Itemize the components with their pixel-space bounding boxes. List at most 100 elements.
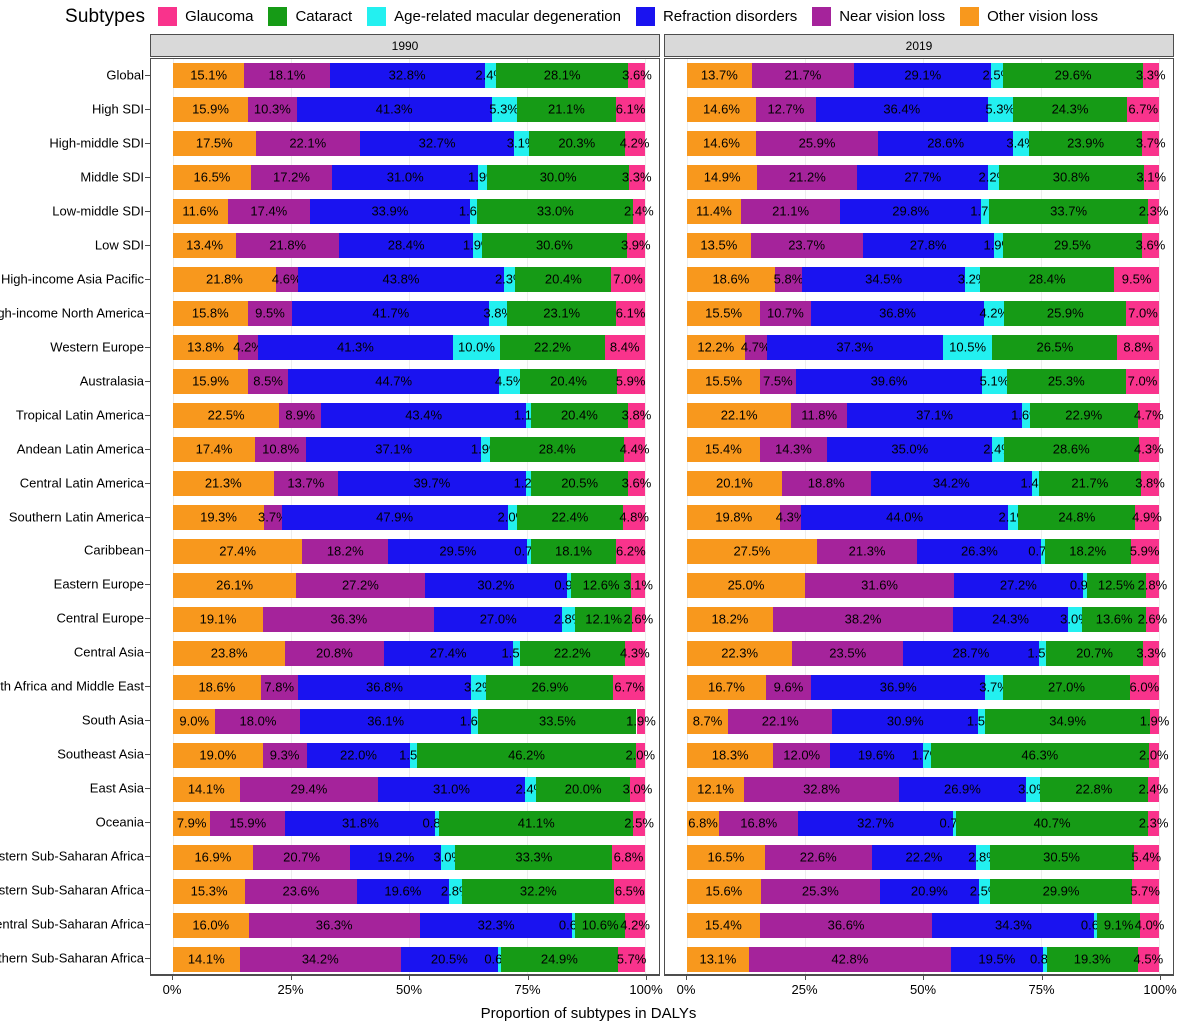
bar-segment-label: 20.0% [564, 781, 602, 797]
stacked-bar[interactable]: 15.9% 10.3% 41.3% 5.3% 21.1% 6.1% [173, 97, 645, 123]
stacked-bar[interactable]: 18.6% 7.8% 36.8% 3.2% 26.9% 6.7% [173, 674, 645, 700]
stacked-bar[interactable]: 16.9% 20.7% 19.2% 3.0% 33.3% 6.8% [173, 844, 645, 870]
bar-segment-label: 3.1% [1136, 169, 1167, 185]
x-axis-tick-label: 50% [909, 982, 937, 997]
bar-segment-label: 43.4% [405, 407, 443, 423]
stacked-bar[interactable]: 19.8% 4.3% 44.0% 2.1% 24.8% 4.9% [687, 505, 1162, 530]
stacked-bar[interactable]: 18.2% 38.2% 24.3% 3.0% 13.6% 2.6% [687, 606, 1167, 632]
stacked-bar[interactable]: 15.1% 18.1% 32.8% 2.4% 28.1% 3.6% [173, 63, 652, 89]
bar-segment-label: 28.4% [538, 441, 576, 457]
legend-item-label: Other vision loss [987, 8, 1098, 25]
x-axis-tick-label: 75% [514, 982, 541, 997]
stacked-bar[interactable]: 15.9% 8.5% 44.7% 4.5% 20.4% 5.9% [173, 369, 645, 395]
stacked-bar[interactable]: 15.3% 23.6% 19.6% 2.8% 32.2% 6.5% [173, 878, 645, 904]
stacked-bar[interactable]: 11.4% 21.1% 29.8% 1.7% 33.7% 2.3% [687, 199, 1168, 225]
stacked-bar[interactable]: 15.4% 14.3% 35.0% 2.4% 28.6% 4.3% [687, 437, 1164, 463]
stacked-bar[interactable]: 22.3% 23.5% 28.7% 1.5% 20.7% 3.3% [687, 640, 1166, 666]
stacked-bar[interactable]: 22.5% 8.9% 43.4% 1.1% 20.4% 3.8% [173, 403, 651, 429]
bar-segment-label: 21.1% [772, 203, 810, 219]
stacked-bar[interactable]: 14.1% 29.4% 31.0% 2.4% 20.0% 3.0% [173, 776, 652, 802]
x-axis-tick [804, 975, 806, 980]
legend-item-label: Glaucoma [185, 8, 254, 25]
stacked-bar[interactable]: 17.5% 22.1% 32.7% 3.1% 20.3% 4.2% [173, 131, 649, 157]
bar-segment-label: 6.7% [614, 679, 645, 695]
stacked-bar[interactable]: 15.4% 36.6% 34.3% 0.6% 9.1% 4.0% [687, 912, 1164, 938]
legend-item-refraction-disorders[interactable]: Refraction disorders [634, 6, 797, 27]
bar-segment-label: 2.4% [624, 203, 654, 219]
stacked-bar[interactable]: 21.8% 4.6% 43.8% 2.3% 20.4% 7.0% [173, 267, 645, 293]
legend-item-age-related-macular-degeneration[interactable]: Age-related macular degeneration [366, 6, 621, 27]
stacked-bar[interactable]: 19.0% 9.3% 22.0% 1.5% 46.2% 2.0% [173, 742, 655, 768]
stacked-bar[interactable]: 15.5% 10.7% 36.8% 4.2% 25.9% 7.0% [687, 301, 1160, 327]
stacked-bar[interactable]: 19.3% 3.7% 47.9% 2.0% 22.4% 4.8% [173, 505, 649, 530]
legend-item-cataract[interactable]: Cataract [267, 6, 352, 27]
legend-key-amd-icon [366, 6, 388, 27]
bar-segment-label: 23.8% [210, 645, 248, 661]
stacked-bar[interactable]: 9.0% 18.0% 36.1% 1.6% 33.5% 1.9% [173, 708, 656, 734]
stacked-bar[interactable]: 7.9% 15.9% 31.8% 0.8% 41.1% 2.5% [173, 810, 654, 836]
plot-panel-2019: 13.7% 21.7% 29.1% 2.5% 29.6% 3.3% 14.6% 12.7% 36… [664, 58, 1174, 975]
stacked-bar[interactable]: 17.4% 10.8% 37.1% 1.9% 28.4% 4.4% [173, 437, 649, 463]
bar-segment-label: 9.3% [269, 747, 300, 763]
x-axis-title: Proportion of subtypes in DALYs [480, 1005, 697, 1022]
bar-segment-label: 3.0% [622, 781, 653, 797]
bar-segment-label: 20.4% [544, 271, 582, 287]
stacked-bar[interactable]: 14.1% 34.2% 20.5% 0.6% 24.9% 5.7% [173, 946, 646, 972]
bar-segment-label: 23.6% [282, 883, 320, 899]
stacked-bar[interactable]: 16.5% 22.6% 22.2% 2.8% 30.5% 5.4% [687, 844, 1161, 870]
stacked-bar[interactable]: 11.6% 17.4% 33.9% 1.6% 33.0% 2.4% [173, 199, 654, 225]
bar-segment-label: 21.8% [206, 271, 243, 287]
legend-item-label: Near vision loss [839, 8, 946, 25]
stacked-bar[interactable]: 25.0% 31.6% 27.2% 0.9% 12.5% 2.8% [687, 572, 1167, 598]
stacked-bar[interactable]: 12.2% 4.7% 37.3% 10.5% 26.5% 8.8% [687, 335, 1159, 361]
bar-segment-label: 29.8% [892, 203, 930, 219]
stacked-bar[interactable]: 22.1% 11.8% 37.1% 1.6% 22.9% 4.7% [687, 403, 1164, 429]
bar-segment-label: 22.8% [1075, 781, 1113, 797]
bar-segment-label: 47.9% [376, 509, 414, 525]
y-axis-label-south-asia: South Asia [81, 712, 144, 728]
stacked-bar[interactable]: 12.1% 32.8% 26.9% 3.0% 22.8% 2.4% [687, 776, 1168, 802]
stacked-bar[interactable]: 20.1% 18.8% 34.2% 1.4% 21.7% 3.8% [687, 471, 1165, 497]
stacked-bar[interactable]: 14.6% 25.9% 28.6% 3.4% 23.9% 3.7% [687, 131, 1166, 157]
stacked-bar[interactable]: 13.5% 23.7% 27.8% 1.9% 29.5% 3.6% [687, 233, 1165, 259]
bar-segment-label: 4.7% [1134, 407, 1164, 423]
bar-segment-label: 12.1% [697, 781, 734, 797]
stacked-bar[interactable]: 15.5% 7.5% 39.6% 5.1% 25.3% 7.0% [687, 369, 1159, 395]
bar-segment-label: 5.3% [985, 101, 1015, 117]
stacked-bar[interactable]: 15.6% 25.3% 20.9% 2.5% 29.9% 5.7% [687, 878, 1160, 904]
stacked-bar[interactable]: 26.1% 27.2% 30.2% 0.9% 12.6% 3.1% [173, 572, 653, 598]
stacked-bar[interactable]: 14.9% 21.2% 27.7% 2.2% 30.8% 3.1% [687, 165, 1166, 191]
stacked-bar[interactable]: 13.7% 21.7% 29.1% 2.5% 29.6% 3.3% [687, 63, 1166, 89]
stacked-bar[interactable]: 14.6% 12.7% 36.4% 5.3% 24.3% 6.7% [687, 97, 1159, 123]
stacked-bar[interactable]: 27.4% 18.2% 29.5% 0.7% 18.1% 6.2% [173, 538, 646, 564]
bar-segment-label: 13.5% [700, 237, 738, 253]
bar-segment-label: 8.7% [692, 713, 723, 729]
stacked-bar[interactable]: 18.6% 5.8% 34.5% 3.2% 28.4% 9.5% [687, 267, 1159, 293]
stacked-bar[interactable]: 13.1% 42.8% 19.5% 0.8% 19.3% 4.5% [687, 946, 1163, 972]
bar-segment-label: 4.3% [620, 645, 650, 661]
legend-item-other-vision-loss[interactable]: Other vision loss [959, 6, 1098, 27]
legend-key-cataract-icon [267, 6, 289, 27]
bar-segment-label: 21.7% [1071, 475, 1109, 491]
bar-segment-label: 25.9% [798, 135, 836, 151]
stacked-bar[interactable]: 16.0% 36.3% 32.3% 0.6% 10.6% 4.2% [173, 912, 650, 938]
bar-segment-label: 31.8% [341, 815, 379, 831]
stacked-bar[interactable]: 18.3% 12.0% 19.6% 1.7% 46.3% 2.0% [687, 742, 1169, 768]
stacked-bar[interactable]: 16.5% 17.2% 31.0% 1.9% 30.0% 3.3% [173, 165, 652, 191]
y-axis-label-andean-latin-america: Andean Latin America [16, 441, 144, 457]
x-axis-tick-label: 0% [676, 982, 696, 997]
stacked-bar[interactable]: 16.7% 9.6% 36.9% 3.7% 27.0% 6.0% [687, 674, 1159, 700]
legend-item-near-vision-loss[interactable]: Near vision loss [811, 6, 945, 27]
stacked-bar[interactable]: 27.5% 21.3% 26.3% 0.7% 18.2% 5.9% [687, 538, 1159, 564]
stacked-bar[interactable]: 19.1% 36.3% 27.0% 2.8% 12.1% 2.6% [173, 606, 653, 632]
stacked-bar[interactable]: 23.8% 20.8% 27.4% 1.5% 22.2% 4.3% [173, 640, 650, 666]
stacked-bar[interactable]: 15.8% 9.5% 41.7% 3.8% 23.1% 6.1% [173, 301, 645, 327]
bar-segment-label: 21.8% [269, 237, 307, 253]
stacked-bar[interactable]: 13.8% 4.2% 41.3% 10.0% 22.2% 8.4% [173, 335, 645, 361]
legend-item-glaucoma[interactable]: Glaucoma [157, 6, 253, 27]
stacked-bar[interactable]: 13.4% 21.8% 28.4% 1.9% 30.6% 3.9% [173, 233, 651, 259]
stacked-bar[interactable]: 6.8% 16.8% 32.7% 0.7% 40.7% 2.3% [687, 810, 1168, 836]
stacked-bar[interactable]: 8.7% 22.1% 30.9% 1.5% 34.9% 1.9% [687, 708, 1169, 734]
stacked-bar[interactable]: 21.3% 13.7% 39.7% 1.2% 20.5% 3.6% [173, 471, 651, 497]
x-axis-tick [686, 975, 687, 980]
